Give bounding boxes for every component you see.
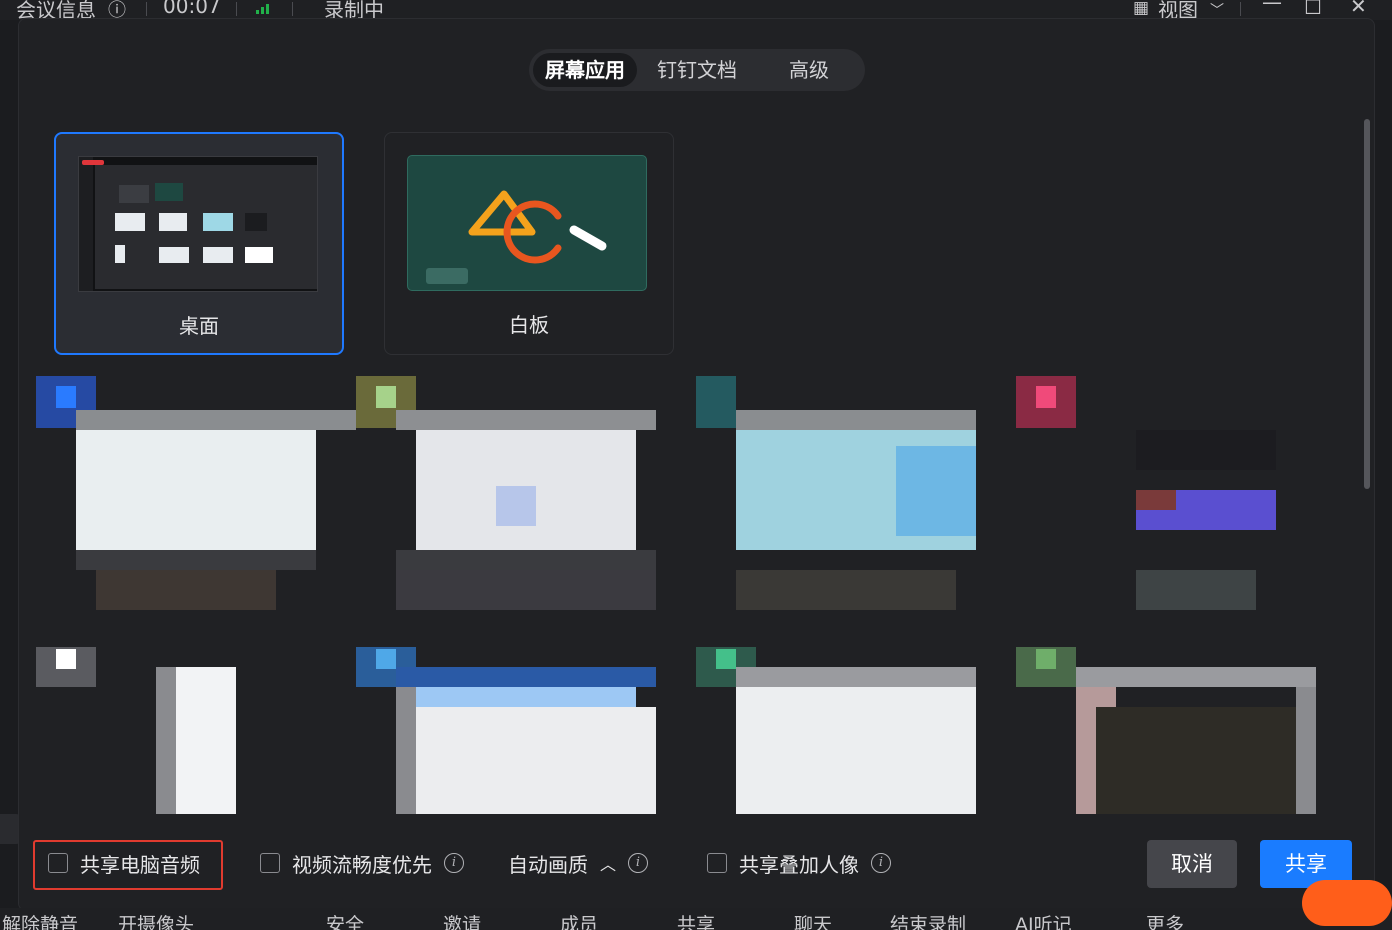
share-toolbar-button[interactable]: 共享 [677,910,715,930]
divider [146,2,147,16]
signal-icon [256,4,269,14]
chevron-down-icon[interactable]: ﹀ [1210,0,1224,20]
whiteboard-preview [407,155,647,291]
maximize-icon[interactable]: ☐ [1304,0,1322,19]
share-audio-label: 共享电脑音频 [80,852,200,877]
chat-button[interactable]: 聊天 [794,910,832,930]
app-window-thumbnail[interactable] [1016,647,1316,817]
tab-advanced[interactable]: 高级 [757,53,861,87]
close-icon[interactable]: ✕ [1350,0,1367,18]
video-smooth-option[interactable]: 视频流畅度优先 i [260,814,464,910]
share-type-tabs: 屏幕应用 钉钉文档 高级 [529,49,865,91]
tab-dingtalk-docs[interactable]: 钉钉文档 [645,53,749,87]
view-menu[interactable]: 视图 [1158,0,1198,20]
info-icon[interactable]: i [628,853,649,873]
members-button[interactable]: 成员 [560,910,598,930]
app-window-thumbnail[interactable] [36,376,356,616]
video-smooth-label: 视频流畅度优先 [292,852,432,877]
source-card-whiteboard[interactable]: 白板 [384,132,674,355]
auto-quality-label: 自动画质 [508,852,588,877]
app-window-thumbnail[interactable] [356,376,656,616]
chevron-up-icon: ︿ [600,855,617,874]
auto-quality-dropdown[interactable]: 自动画质 ︿ i [508,814,649,910]
share-overlay-checkbox[interactable] [707,853,727,873]
meeting-info-label[interactable]: 会议信息 [16,0,96,20]
meeting-top-bar: 会议信息 ⓘ 00:07 录制中 ▦ 视图 ﹀ — ☐ ✕ [0,0,1392,20]
recording-status: 录制中 [324,0,384,20]
unmute-button[interactable]: 解除静音 [2,910,78,930]
end-meeting-button[interactable] [1302,880,1392,926]
app-window-thumbnail[interactable] [36,647,336,817]
ai-notes-button[interactable]: AI听记 [1015,910,1072,930]
security-button[interactable]: 安全 [326,910,364,930]
app-window-thumbnail[interactable] [356,647,656,817]
source-card-desktop[interactable]: 桌面 [54,132,344,355]
share-options-footer: 共享电脑音频 视频流畅度优先 i 自动画质 ︿ i 共享叠加人像 i 取消 共享 [19,814,1374,910]
share-audio-checkbox[interactable] [48,853,68,873]
divider [236,2,237,16]
desktop-preview [78,156,318,292]
info-icon[interactable]: ⓘ [108,0,126,20]
scrollbar[interactable] [1364,119,1370,489]
share-screen-dialog: 屏幕应用 钉钉文档 高级 桌面 白板 共享电脑音频 视频流畅度优先 i 自动画质… [18,18,1375,911]
grid-view-icon[interactable]: ▦ [1133,0,1149,18]
camera-button[interactable]: 开摄像头 [118,910,194,930]
share-overlay-label: 共享叠加人像 [739,852,859,877]
share-overlay-option[interactable]: 共享叠加人像 i [707,814,891,910]
share-audio-option[interactable]: 共享电脑音频 [48,814,200,910]
app-window-thumbnail[interactable] [696,376,996,616]
divider [1240,2,1241,16]
invite-button[interactable]: 邀请 [443,910,481,930]
app-window-thumbnail[interactable] [1016,376,1316,616]
minimize-icon[interactable]: — [1262,0,1282,14]
info-icon[interactable]: i [444,853,464,873]
meeting-bottom-toolbar: 解除静音 开摄像头 安全 邀请 成员 共享 聊天 结束录制 AI听记 更多 [0,908,1392,930]
video-smooth-checkbox[interactable] [260,853,280,873]
info-icon[interactable]: i [871,853,891,873]
more-button[interactable]: 更多 [1146,910,1184,930]
source-label-whiteboard: 白板 [509,313,549,337]
end-recording-button[interactable]: 结束录制 [890,910,966,930]
cancel-button[interactable]: 取消 [1147,840,1237,888]
meeting-timer: 00:07 [163,0,221,18]
app-window-thumbnail[interactable] [696,647,996,817]
tab-screen-apps[interactable]: 屏幕应用 [533,53,637,87]
source-label-desktop: 桌面 [179,314,219,338]
divider [292,2,293,16]
